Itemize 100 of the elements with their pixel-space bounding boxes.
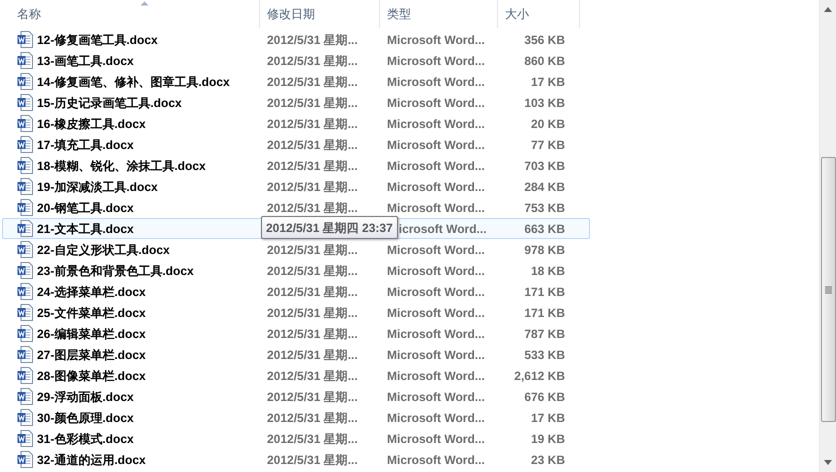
file-type: Microsoft Word... <box>386 368 486 384</box>
file-name: 26-编辑菜单栏.docx <box>37 326 146 342</box>
document-icon <box>17 283 33 300</box>
file-size: 676 KB <box>523 388 565 406</box>
file-row[interactable]: 32-通道的运用.docx 2012/5/31 星期... Microsoft Word... 23 KB <box>2 449 590 470</box>
file-size: 787 KB <box>523 326 565 342</box>
file-size: 356 KB <box>523 32 565 48</box>
document-icon <box>17 52 33 69</box>
file-type: Microsoft Word... <box>386 304 486 322</box>
file-row[interactable]: 12-修复画笔工具.docx 2012/5/31 星期... Microsoft Word... 356 KB <box>2 29 590 50</box>
file-size: 18 KB <box>530 262 565 280</box>
file-size: 284 KB <box>523 178 565 196</box>
document-icon <box>17 115 33 132</box>
file-type: Microsoft Word... <box>386 74 486 90</box>
scrollbar[interactable] <box>819 0 836 472</box>
document-icon <box>17 388 33 405</box>
file-date: 2012/5/31 星期... <box>266 74 359 90</box>
file-name: 16-橡皮擦工具.docx <box>37 116 146 132</box>
file-name: 20-钢笔工具.docx <box>37 200 134 216</box>
scroll-up-icon[interactable] <box>824 7 832 12</box>
file-row[interactable]: 16-橡皮擦工具.docx 2012/5/31 星期... Microsoft Word... 20 KB <box>2 113 590 134</box>
file-row[interactable]: 18-模糊、锐化、涂抹工具.docx 2012/5/31 星期... Microsoft Word... 703 KB <box>2 155 590 176</box>
document-icon <box>17 451 33 468</box>
file-type: Microsoft Word... <box>386 346 486 364</box>
file-name: 23-前景色和背景色工具.docx <box>37 262 194 280</box>
file-row[interactable]: 15-历史记录画笔工具.docx 2012/5/31 星期... Microsoft Word... 103 KB <box>2 92 590 113</box>
file-name: 18-模糊、锐化、涂抹工具.docx <box>37 158 206 174</box>
file-row[interactable]: 20-钢笔工具.docx 2012/5/31 星期... Microsoft Word... 753 KB <box>2 197 590 218</box>
document-icon <box>17 94 33 111</box>
file-name: 31-色彩模式.docx <box>37 430 134 448</box>
file-type: Microsoft Word... <box>386 178 486 196</box>
file-size: 23 KB <box>530 452 565 468</box>
file-type: Microsoft Word... <box>386 158 486 174</box>
file-date: 2012/5/31 星期... <box>266 346 359 364</box>
file-row[interactable]: 27-图层菜单栏.docx 2012/5/31 星期... Microsoft Word... 533 KB <box>2 344 590 365</box>
file-name: 32-通道的运用.docx <box>37 452 146 468</box>
document-icon <box>17 31 33 48</box>
document-icon <box>17 367 33 384</box>
file-size: 753 KB <box>523 200 565 216</box>
file-name: 15-历史记录画笔工具.docx <box>37 94 182 112</box>
scroll-thumb[interactable] <box>820 157 836 422</box>
file-size: 703 KB <box>523 158 565 174</box>
file-row[interactable]: 21-文本工具.docx 2012/5/31 星期四 23:37 icrosoft Word... 663 KB <box>2 218 590 239</box>
document-icon <box>17 199 33 216</box>
file-date: 2012/5/31 星期... <box>266 304 359 322</box>
file-row[interactable]: 22-自定义形状工具.docx 2012/5/31 星期... Microsoft Word... 978 KB <box>2 239 590 260</box>
file-type: icrosoft Word... <box>398 220 487 238</box>
document-icon <box>17 430 33 447</box>
file-name: 28-图像菜单栏.docx <box>37 368 146 384</box>
document-icon <box>17 325 33 342</box>
scroll-down-icon[interactable] <box>824 460 832 465</box>
file-row[interactable]: 26-编辑菜单栏.docx 2012/5/31 星期... Microsoft Word... 787 KB <box>2 323 590 344</box>
file-date: 2012/5/31 星期... <box>266 410 359 426</box>
file-type: Microsoft Word... <box>386 32 486 48</box>
file-type: Microsoft Word... <box>386 94 486 112</box>
file-row[interactable]: 24-选择菜单栏.docx 2012/5/31 星期... Microsoft Word... 171 KB <box>2 281 590 302</box>
file-name: 24-选择菜单栏.docx <box>37 284 146 300</box>
file-date: 2012/5/31 星期... <box>266 284 359 300</box>
file-name: 17-填充工具.docx <box>37 136 134 154</box>
file-date: 2012/5/31 星期... <box>266 158 359 174</box>
file-row[interactable]: 28-图像菜单栏.docx 2012/5/31 星期... Microsoft Word... 2,612 KB <box>2 365 590 386</box>
file-type: Microsoft Word... <box>386 116 486 132</box>
file-name: 14-修复画笔、修补、图章工具.docx <box>37 74 230 90</box>
file-name: 22-自定义形状工具.docx <box>37 242 170 258</box>
document-icon <box>17 220 33 237</box>
file-type: Microsoft Word... <box>386 326 486 342</box>
document-icon <box>17 409 33 426</box>
file-row[interactable]: 25-文件菜单栏.docx 2012/5/31 星期... Microsoft Word... 171 KB <box>2 302 590 323</box>
file-type: Microsoft Word... <box>386 262 486 280</box>
file-row[interactable]: 17-填充工具.docx 2012/5/31 星期... Microsoft Word... 77 KB <box>2 134 590 155</box>
file-row[interactable]: 19-加深减淡工具.docx 2012/5/31 星期... Microsoft Word... 284 KB <box>2 176 590 197</box>
file-type: Microsoft Word... <box>386 136 486 154</box>
file-date: 2012/5/31 星期... <box>266 242 359 258</box>
file-date: 2012/5/31 星期... <box>266 262 359 280</box>
file-size: 17 KB <box>530 410 565 426</box>
file-size: 171 KB <box>523 284 565 300</box>
file-row[interactable]: 31-色彩模式.docx 2012/5/31 星期... Microsoft Word... 19 KB <box>2 428 590 449</box>
file-size: 77 KB <box>530 136 565 154</box>
file-size: 19 KB <box>530 430 565 448</box>
document-icon <box>17 136 33 153</box>
file-row[interactable]: 23-前景色和背景色工具.docx 2012/5/31 星期... Microsoft Word... 18 KB <box>2 260 590 281</box>
file-type: Microsoft Word... <box>386 452 486 468</box>
column-header[interactable]: 大小 <box>498 0 580 28</box>
file-row[interactable]: 13-画笔工具.docx 2012/5/31 星期... Microsoft Word... 860 KB <box>2 50 590 71</box>
file-row[interactable]: 14-修复画笔、修补、图章工具.docx 2012/5/31 星期... Microsoft Word... 17 KB <box>2 71 590 92</box>
file-name: 29-浮动面板.docx <box>37 388 134 406</box>
file-size: 17 KB <box>530 74 565 90</box>
file-type: Microsoft Word... <box>386 388 486 406</box>
file-date: 2012/5/31 星期... <box>266 136 359 154</box>
file-date: 2012/5/31 星期... <box>266 116 359 132</box>
column-header[interactable]: 类型 <box>380 0 498 28</box>
file-name: 27-图层菜单栏.docx <box>37 346 146 364</box>
column-header[interactable]: 名称 <box>0 0 260 28</box>
grip-icon <box>824 286 832 294</box>
file-row[interactable]: 29-浮动面板.docx 2012/5/31 星期... Microsoft Word... 676 KB <box>2 386 590 407</box>
file-date: 2012/5/31 星期... <box>266 32 359 48</box>
file-name: 19-加深减淡工具.docx <box>37 178 158 196</box>
file-row[interactable]: 30-颜色原理.docx 2012/5/31 星期... Microsoft Word... 17 KB <box>2 407 590 428</box>
column-header[interactable]: 修改日期 <box>260 0 380 28</box>
document-icon <box>17 157 33 174</box>
